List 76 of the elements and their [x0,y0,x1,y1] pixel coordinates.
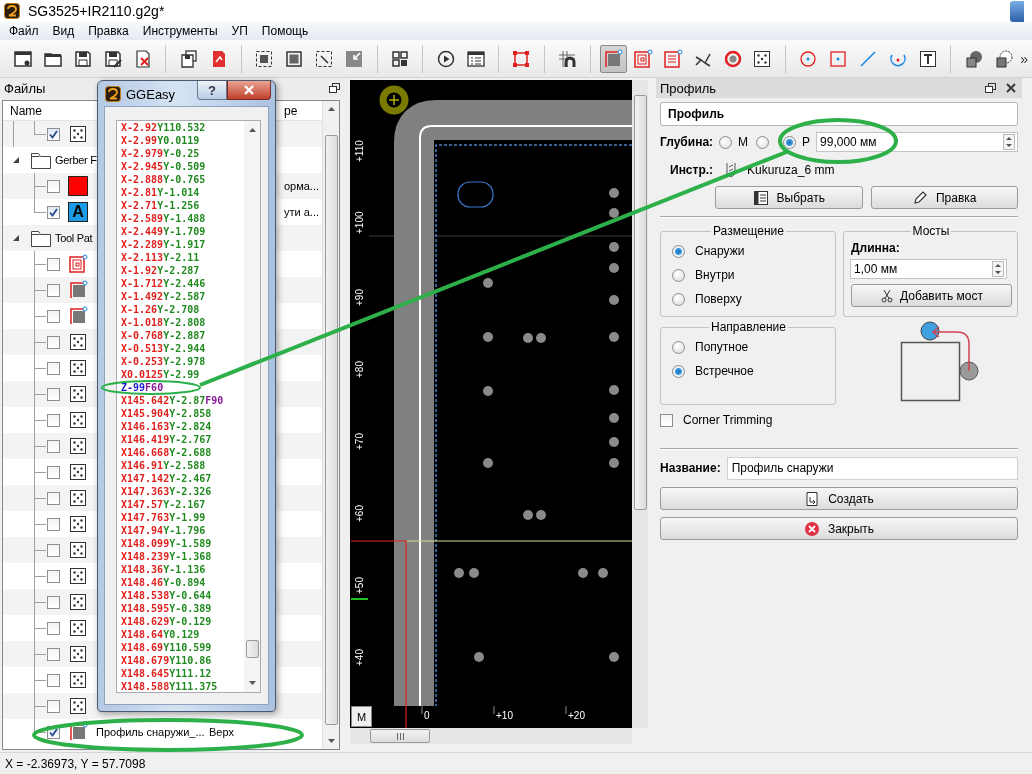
gcode-line: X148.595Y-0.389 [121,603,212,616]
gcode-line: X148.69Y110.599 [121,642,212,655]
ruler-label: +10 [496,710,513,721]
gcode-line: X-2.979Y-0.25 [121,148,200,161]
gcode-line: X-2.113Y-2.11 [121,252,200,265]
group-name: Tool Pat [55,232,93,244]
ruler-label: +20 [568,710,585,721]
gcode-line: X146.419Y-2.767 [121,434,212,447]
item-type: ути а... [283,206,319,218]
gcode-line: X-0.513Y-2.944 [121,343,206,356]
operation-title: Профиль [660,102,1018,126]
ruler-label: +70 [354,433,365,450]
gcode-line: X146.668Y-2.688 [121,447,212,460]
gcode-line: Z-99F60 [121,382,164,395]
gcode-line: X147.94Y-1.796 [121,525,206,538]
gcode-line: X-2.289Y-1.917 [121,239,206,252]
gcode-line: X-2.71Y-1.256 [121,200,200,213]
gcode-line: X-2.449Y-1.709 [121,226,206,239]
ruler-label: +90 [354,289,365,306]
item-type: орма... [283,180,319,192]
gcode-line: X148.629Y-0.129 [121,616,212,629]
gcode-line: X-2.888Y-0.765 [121,174,206,187]
gcode-line: X-1.492Y-2.587 [121,291,206,304]
ruler-label: +100 [354,211,365,234]
gcode-line: X-1.26Y-2.708 [121,304,200,317]
gcode-line: X0.0125Y-2.99 [121,369,200,382]
gcode-line: X145.642Y-2.87F90 [121,395,224,408]
field-label: Название: [660,461,721,475]
dock-title: Профиль [660,80,717,96]
gcode-line: X148.099Y-1.589 [121,538,212,551]
field-label: Инстр.: [670,163,714,177]
gcode-line: X148.588Y111.375 [121,681,218,692]
gcode-line: X-2.81Y-1.014 [121,187,200,200]
gcode-line: X148.64Y0.129 [121,629,200,642]
layer-swatch: A [68,202,88,222]
group-name: Gerber F [55,154,97,166]
group-title: Мосты [911,224,951,238]
gcode-line: X-1.92Y-2.287 [121,265,200,278]
gcode-line: X146.163Y-2.824 [121,421,212,434]
gcode-line: X147.363Y-2.326 [121,486,212,499]
gcode-line: X-1.712Y-2.446 [121,278,206,291]
group-title: Направление [710,320,787,334]
gcode-line: X-2.945Y-0.509 [121,161,206,174]
group-title: Размещение [712,224,785,238]
gcode-line: X148.538Y-0.644 [121,590,212,603]
ruler-label: +110 [354,140,365,162]
dock-title: Файлы [4,80,46,96]
gcode-line: X-2.99Y0.0119 [121,135,200,148]
ruler-label: +80 [354,361,365,378]
gcode-line: X147.142Y-2.467 [121,473,212,486]
gcode-line: X-0.768Y-2.887 [121,330,206,343]
field-label: Глубина: [660,135,714,149]
gcode-line: X148.46Y-0.894 [121,577,206,590]
tool-name: Kukuruza_6 mm [747,163,835,177]
gcode-line: X148.679Y110.86 [121,655,212,668]
gcode-line: X145.904Y-2.858 [121,408,212,421]
ruler-label: +40 [354,649,365,666]
item-name: Профиль снаружи_... [96,726,205,738]
gcode-line: X-1.018Y-2.808 [121,317,206,330]
ruler-label: +50 [354,577,365,594]
gcode-line: X147.763Y-1.99 [121,512,206,525]
ruler-label: +60 [354,505,365,522]
gcode-line: X146.91Y-2.588 [121,460,206,473]
window-title: SG3525+IR2110.g2g* [28,3,165,19]
gcode-line: X-2.92Y110.532 [121,122,206,135]
status-text: X = -2.36973, Y = 57.7098 [5,756,146,771]
field-label: Длинна: [851,241,901,255]
dialog-title: GGEasy [126,87,176,102]
ruler-label: 0 [424,710,430,721]
gcode-line: X147.57Y-2.167 [121,499,206,512]
gcode-line: X148.36Y-1.136 [121,564,206,577]
item-type: Верх [209,726,234,738]
gcode-line: X148.239Y-1.368 [121,551,212,564]
gcode-line: X-0.253Y-2.978 [121,356,206,369]
gcode-line: X-2.589Y-1.488 [121,213,206,226]
gcode-line: X148.645Y111.12 [121,668,212,681]
